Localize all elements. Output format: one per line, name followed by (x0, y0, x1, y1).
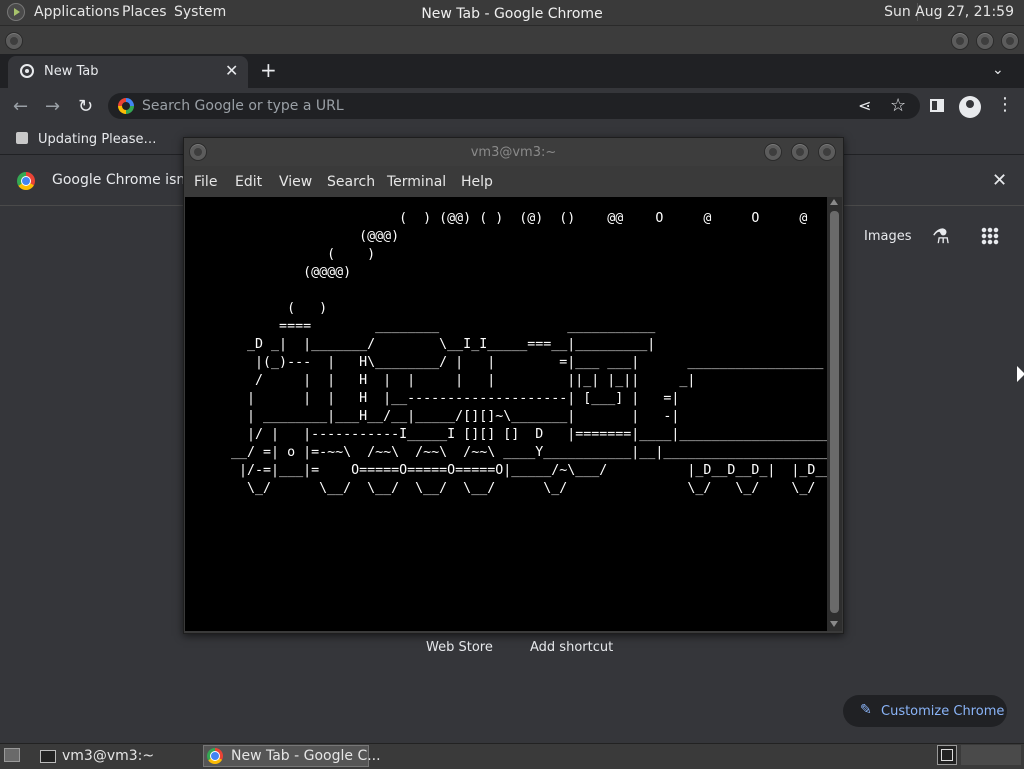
bookmark-icon (16, 132, 28, 144)
shortcut-web-store[interactable]: Web Store (426, 640, 493, 655)
back-icon[interactable]: ← (13, 96, 28, 117)
close-window-button[interactable] (1001, 32, 1019, 50)
forward-icon[interactable]: → (45, 96, 60, 117)
mouse-pointer-icon (1017, 366, 1024, 382)
taskbar-label-chrome[interactable]: New Tab - Google C... (231, 748, 381, 764)
terminal-menu-search[interactable]: Search (327, 174, 375, 190)
scroll-down-arrow-icon[interactable] (830, 621, 838, 627)
bookmark-updating[interactable]: Updating Please… (38, 132, 157, 147)
terminal-output: ( ) (@@) ( ) (@) () @@ O @ O @ (@@@) ( )… (231, 211, 827, 496)
terminal-icon (40, 750, 56, 763)
tab-chrome-icon (20, 64, 34, 78)
tab-close-icon[interactable]: ✕ (225, 61, 238, 80)
terminal-maximize-button[interactable] (791, 143, 809, 161)
customize-chrome-label[interactable]: Customize Chrome (881, 704, 1004, 719)
minimize-button[interactable] (951, 32, 969, 50)
omnibox-placeholder[interactable]: Search Google or type a URL (142, 98, 344, 114)
infobar-close-icon[interactable]: ✕ (992, 170, 1007, 191)
scroll-up-arrow-icon[interactable] (830, 199, 838, 205)
terminal-menu-help[interactable]: Help (461, 174, 493, 190)
terminal-close-button[interactable] (818, 143, 836, 161)
terminal-window[interactable]: vm3@vm3:~ File Edit View Search Terminal… (183, 137, 844, 634)
profile-icon[interactable] (959, 96, 981, 118)
taskbar-label-terminal[interactable]: vm3@vm3:~ (62, 748, 154, 764)
images-link[interactable]: Images (864, 229, 912, 244)
new-tab-button[interactable]: + (260, 58, 277, 82)
reload-icon[interactable]: ↻ (78, 96, 93, 117)
chrome-window-title: New Tab - Google Chrome (421, 6, 603, 22)
pencil-icon: ✎ (860, 702, 872, 718)
terminal-menu-file[interactable]: File (194, 174, 217, 190)
terminal-title: vm3@vm3:~ (470, 145, 557, 160)
show-desktop-icon[interactable] (4, 748, 20, 762)
terminal-menu-view[interactable]: View (279, 174, 312, 190)
infobar-message: Google Chrome isn't (52, 172, 195, 188)
terminal-menu-terminal[interactable]: Terminal (387, 174, 446, 190)
workspace-switcher-2[interactable] (961, 745, 1021, 765)
terminal-minimize-button[interactable] (764, 143, 782, 161)
window-menu-button[interactable] (5, 32, 23, 50)
star-icon[interactable]: ☆ (890, 95, 906, 116)
labs-flask-icon[interactable]: ⚗ (932, 224, 950, 248)
maximize-button[interactable] (976, 32, 994, 50)
chrome-logo-icon (207, 748, 223, 764)
workspace-switcher-1[interactable] (937, 745, 957, 765)
side-panel-icon[interactable] (930, 99, 944, 112)
chrome-logo-icon (17, 172, 35, 190)
terminal-scrollbar[interactable] (827, 197, 842, 631)
terminal-menu-edit[interactable]: Edit (235, 174, 262, 190)
kebab-menu-icon[interactable]: ⋮ (996, 94, 1014, 115)
google-g-icon (118, 98, 134, 114)
share-icon[interactable]: ⋖ (858, 96, 871, 115)
scrollbar-thumb[interactable] (830, 211, 839, 613)
terminal-screen[interactable]: ( ) (@@) ( ) (@) () @@ O @ O @ (@@@) ( )… (185, 197, 827, 631)
tab-search-chevron-icon[interactable]: ⌄ (992, 62, 1004, 78)
tab-label: New Tab (44, 64, 99, 79)
apps-grid-icon[interactable] (981, 227, 999, 245)
shortcut-add[interactable]: Add shortcut (530, 640, 613, 655)
chrome-titlebar[interactable] (0, 26, 1024, 54)
